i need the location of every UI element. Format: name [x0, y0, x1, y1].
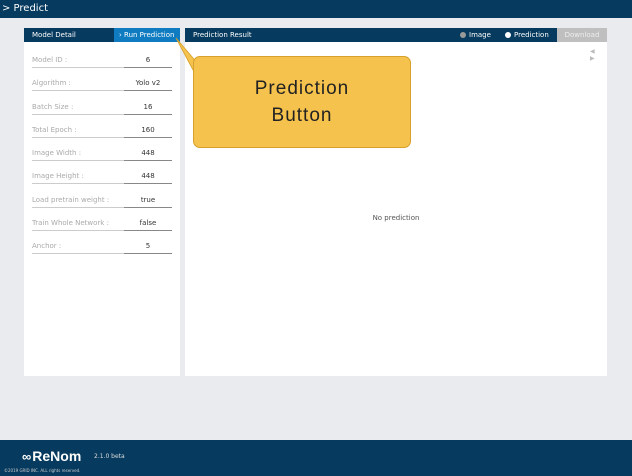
- page-title-bar: > Predict: [0, 0, 632, 18]
- logo-text: ReNom: [32, 448, 82, 464]
- image-toggle-label: Image: [469, 31, 491, 39]
- param-label: Load pretrain weight :: [32, 195, 110, 204]
- param-value: 16: [143, 102, 153, 111]
- param-value: 6: [145, 56, 151, 64]
- param-label: Total Epoch :: [32, 125, 77, 134]
- param-label: Image Width :: [32, 149, 82, 158]
- divider: [124, 230, 172, 232]
- version-label: 2.1.0 beta: [94, 453, 125, 460]
- empty-state-message: No prediction: [372, 214, 420, 222]
- param-row-image-height: Image Height : 448: [32, 166, 172, 189]
- page-title: > Predict: [2, 3, 49, 14]
- param-list: Model ID : 6 Algorithm : Yolo v2 Batch S…: [32, 50, 172, 260]
- prediction-toggle-label: Prediction: [514, 31, 549, 39]
- param-row-anchor: Anchor : 5: [32, 236, 172, 259]
- copyright-text: ©2019 GRID INC. ALL rights reserved.: [4, 468, 81, 473]
- param-row-model-id: Model ID : 6: [32, 50, 172, 73]
- divider: [124, 253, 172, 255]
- run-prediction-button[interactable]: › Run Prediction: [114, 28, 180, 42]
- image-toggle[interactable]: Image: [460, 28, 491, 42]
- renom-logo: ∞ReNom: [22, 448, 81, 464]
- divider: [124, 160, 172, 162]
- param-row-batch-size: Batch Size : 16: [32, 97, 172, 120]
- param-value: 5: [145, 242, 151, 251]
- param-value: true: [140, 195, 156, 204]
- param-row-load-pretrain-weight: Load pretrain weight : true: [32, 190, 172, 213]
- prediction-result-title: Prediction Result: [193, 31, 252, 39]
- param-label: Image Height :: [32, 172, 84, 181]
- radio-dot-icon: [460, 31, 466, 38]
- param-row-total-epoch: Total Epoch : 160: [32, 120, 172, 143]
- divider: [124, 90, 172, 92]
- param-label: Algorithm :: [32, 79, 71, 88]
- model-detail-title: Model Detail: [32, 31, 76, 39]
- pager-arrows-icon[interactable]: ◀ ▶: [590, 48, 607, 62]
- callout-text-line2: Button: [271, 105, 333, 126]
- param-row-image-width: Image Width : 448: [32, 143, 172, 166]
- callout-annotation: Prediction Button: [193, 56, 411, 148]
- prediction-result-header: Prediction Result Image Prediction Downl…: [185, 28, 607, 42]
- param-value: Yolo v2: [135, 79, 161, 88]
- radio-dot-icon: [505, 31, 511, 38]
- param-row-algorithm: Algorithm : Yolo v2: [32, 73, 172, 96]
- param-value: 160: [141, 125, 155, 134]
- divider: [124, 183, 172, 185]
- prediction-toggle[interactable]: Prediction: [505, 28, 549, 42]
- param-label: Train Whole Network :: [32, 219, 109, 228]
- param-row-train-whole-network: Train Whole Network : false: [32, 213, 172, 236]
- divider: [124, 136, 172, 138]
- footer: ∞ReNom 2.1.0 beta ©2019 GRID INC. ALL ri…: [0, 440, 632, 476]
- divider: [124, 113, 172, 115]
- infinity-icon: ∞: [22, 449, 32, 464]
- param-label: Model ID :: [32, 56, 68, 64]
- param-label: Batch Size :: [32, 102, 74, 111]
- callout-text-line1: Prediction: [254, 78, 350, 99]
- param-label: Anchor :: [32, 242, 62, 251]
- param-value: 448: [141, 149, 155, 158]
- model-detail-header: Model Detail › Run Prediction: [24, 28, 180, 42]
- param-value: false: [139, 219, 157, 228]
- divider: [124, 206, 172, 208]
- model-detail-panel: Model Detail › Run Prediction Model ID :…: [24, 28, 180, 376]
- download-button[interactable]: Download: [557, 28, 607, 42]
- divider: [124, 67, 172, 68]
- param-value: 448: [141, 172, 155, 181]
